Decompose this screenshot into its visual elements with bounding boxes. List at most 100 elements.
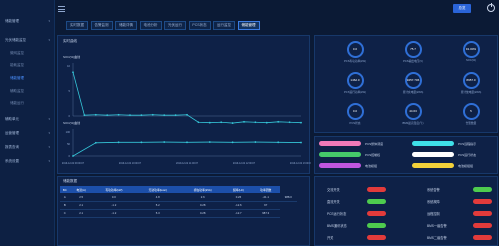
sidebar-item[interactable]: 能耗监控 <box>10 63 24 68</box>
x-tick-label: 2019-12-02 09:00:07 <box>62 162 85 165</box>
gauge-label: PCS有功功率(kW) <box>344 60 366 63</box>
sidebar-item[interactable]: 系统设置 <box>5 159 19 164</box>
column-header: 视在功率(kVA) <box>180 186 225 193</box>
sidebar-item[interactable]: 报表查询 <box>5 145 19 150</box>
data-point <box>208 141 211 143</box>
status-indicator <box>367 199 386 204</box>
data-point <box>117 141 120 144</box>
status-pill-label: 电池模组 <box>365 164 378 168</box>
column-header: 频率(Hz) <box>224 186 252 193</box>
status-pill-label: 电池模组组 <box>458 164 474 168</box>
table-row: B 2.1 -1.2 5.2 0.28 -12.6 97 <box>60 201 297 210</box>
sidebar-item[interactable]: 光伏储能监控 <box>5 38 26 43</box>
x-tick-label: 2019-12-02 11:00:07 <box>176 162 199 165</box>
status-label: 系统告警 <box>427 188 440 192</box>
gauge-value: 5 <box>470 109 472 113</box>
sidebar-item[interactable]: 储能管理 <box>10 76 24 81</box>
data-point <box>254 141 257 143</box>
y-tick-label: 50 <box>67 142 70 146</box>
table-header-row: BC 电流(A) 有功功率(kW) 无功功率(kvar) 视在功率(kVA) 频率(Hz)… <box>60 186 297 193</box>
y-tick-label: 5 <box>69 89 71 93</box>
status-label: BMS通讯状态 <box>327 224 347 228</box>
table-title: 储能数据 <box>63 179 77 183</box>
status-label: BMS二级告警 <box>427 236 447 240</box>
gauge-label: SOC(%) <box>465 59 476 62</box>
table-cell: A <box>60 193 70 202</box>
sidebar-item[interactable]: 辅助单元 <box>5 117 19 122</box>
status-label: 交流开关 <box>327 188 340 192</box>
table-cell: -1.2 <box>92 209 136 218</box>
tab-item[interactable]: 储能管理 <box>237 21 260 30</box>
gauge-label: PCS运行功率(kW) <box>344 91 366 94</box>
table-row: A 2.5 0.0 4.8 2.6 0.26 -21.1 988.0 <box>60 193 297 202</box>
gauge-value: 0.0 <box>352 109 358 113</box>
menu-icon[interactable] <box>58 6 65 12</box>
table-cell: 97 <box>251 201 280 210</box>
y-tick-label: 0 <box>69 154 71 158</box>
status-indicator <box>367 187 386 192</box>
data-point <box>300 121 302 124</box>
tab-item[interactable]: 实时数据 <box>66 21 88 30</box>
data-point <box>243 120 245 123</box>
data-point <box>151 113 154 116</box>
status-pill-label: PCS控制权 <box>365 153 381 157</box>
gauge-label: 累计放电量(kWh) <box>460 91 482 94</box>
data-point <box>277 141 280 144</box>
overview-button[interactable]: 总览 <box>453 4 471 13</box>
gauge-value: 75.7 <box>410 47 416 51</box>
status-indicator <box>473 223 492 228</box>
tab-item[interactable]: 光伏运行 <box>164 21 186 30</box>
status-label: 直流开关 <box>327 200 340 204</box>
data-point <box>231 141 234 144</box>
status-pill <box>319 163 361 168</box>
gauge-value: 44.63 <box>409 109 417 113</box>
status-label: 系统故障 <box>427 200 440 204</box>
status-indicator <box>473 187 492 192</box>
status-indicator <box>473 199 492 204</box>
table-cell: 2.6 <box>180 193 225 202</box>
dials-panel: 0.0 PCS有功功率(kW) 75.7 PCS输出电压(V) 91.00% SOC(%)… <box>314 35 498 133</box>
sidebar-item[interactable]: 运营管理 <box>5 131 19 136</box>
data-point <box>163 141 166 143</box>
table-row: C 2.1 -1.2 5.3 0.28 -12.7 987.3 <box>60 209 297 218</box>
power-icon[interactable] <box>487 3 495 12</box>
tab-item[interactable]: 运行监控 <box>213 21 235 30</box>
status-pill <box>412 163 454 168</box>
tab-item[interactable]: 告警监测 <box>90 21 113 30</box>
table-cell: B <box>60 201 70 210</box>
table-cell: 0.28 <box>180 201 225 210</box>
tab-item[interactable]: PCS状态 <box>188 21 211 30</box>
table-cell: 4.8 <box>135 193 181 202</box>
status-pill <box>412 152 454 157</box>
sidebar: 储能管理 ▾ 光伏储能监控 ▾ 微网监控 能耗监控 储能管理 辅助监控 储能运行 辅助单元 ▾ 运营管… <box>0 0 55 246</box>
sidebar-item[interactable]: 辅助监控 <box>10 89 24 94</box>
chevron-down-icon: ▾ <box>48 159 50 163</box>
x-tick-label: 2019-12-02 13:00:07 <box>290 162 311 165</box>
data-point <box>72 155 74 157</box>
status-pill <box>412 141 454 146</box>
data-point <box>163 114 166 117</box>
chevron-down-icon: ▾ <box>48 131 50 135</box>
status-pill-label: PCS运行状态 <box>458 153 477 157</box>
status-indicator <box>367 211 386 216</box>
data-point <box>231 122 234 124</box>
status-label: BMS一级告警 <box>427 224 447 228</box>
series-line <box>72 141 302 157</box>
chart-title: SOC(%)曲线 <box>63 120 80 125</box>
tab-item[interactable]: 储能详情 <box>115 21 137 30</box>
data-point <box>72 71 74 74</box>
table-cell: 988.0 <box>279 193 297 202</box>
chevron-down-icon: ▾ <box>48 145 50 149</box>
sidebar-item[interactable]: 储能管理 <box>5 19 19 24</box>
data-point <box>288 121 291 124</box>
data-point <box>129 114 131 117</box>
table-cell: -12.6 <box>224 201 252 210</box>
y-tick-label: 0 <box>69 114 71 118</box>
table-cell: -21.1 <box>251 193 280 202</box>
gauge-label: PCS输出电压(V) <box>403 60 423 63</box>
sidebar-item[interactable]: 储能运行 <box>10 101 24 106</box>
gauge-value: 8957.0 <box>466 78 476 82</box>
data-point <box>94 141 97 144</box>
tab-item[interactable]: 电池分析 <box>139 21 162 30</box>
sidebar-item[interactable]: 微网监控 <box>10 51 24 56</box>
